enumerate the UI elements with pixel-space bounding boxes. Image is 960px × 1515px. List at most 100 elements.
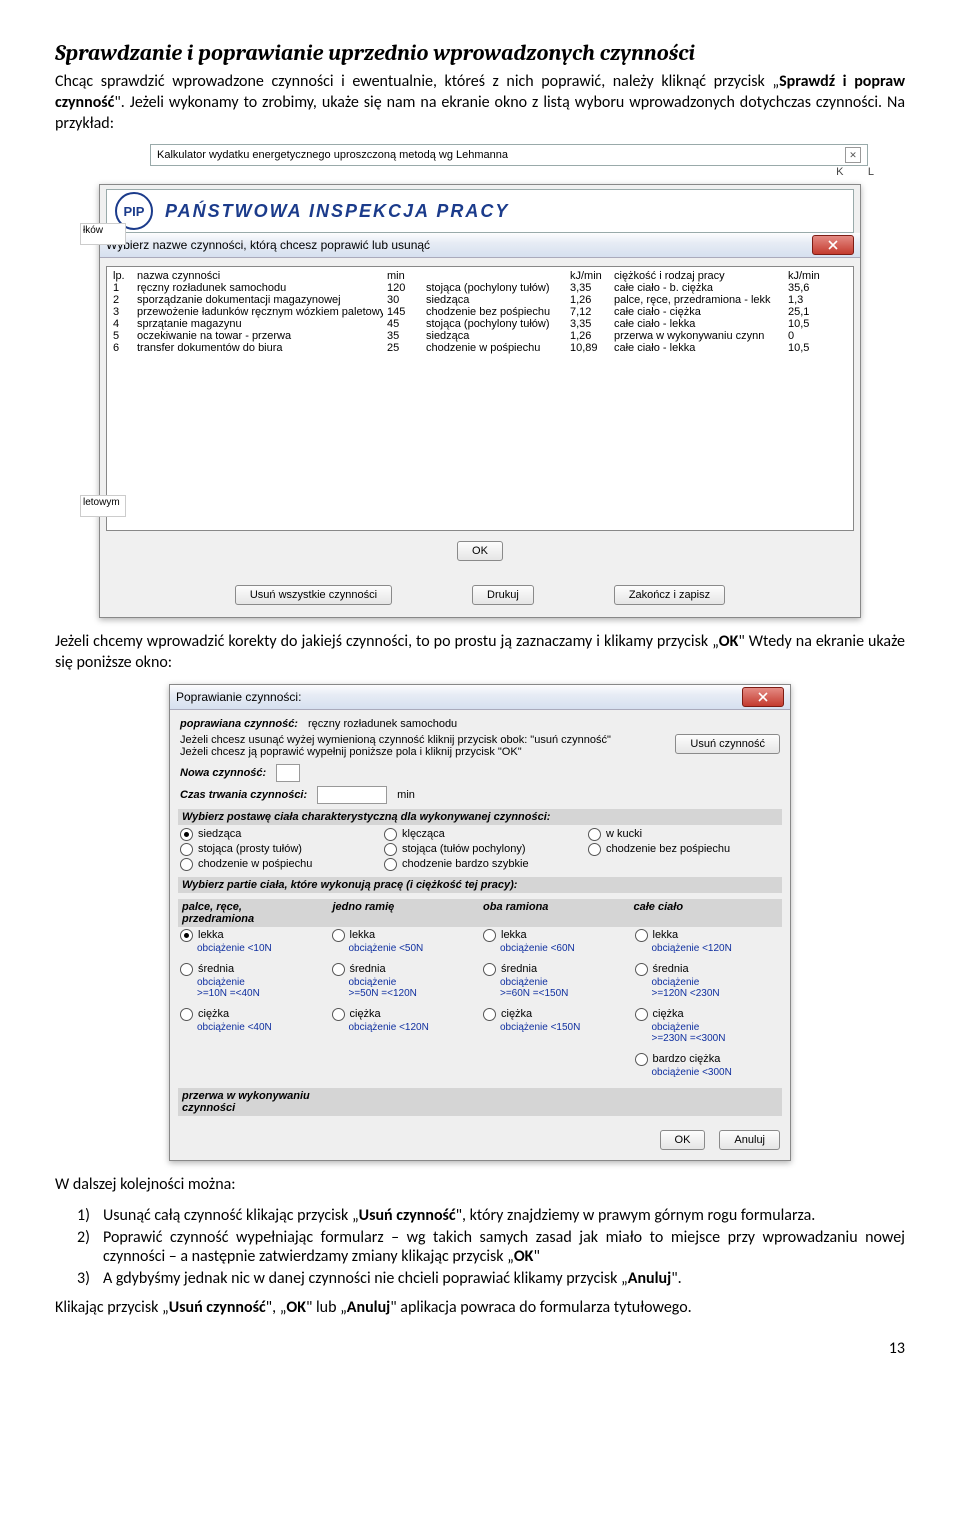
pose-radio[interactable]: stojąca (tułów pochylony) [384, 843, 576, 856]
cell: 0 [788, 330, 824, 342]
list-row[interactable]: 2sporządzanie dokumentacji magazynowej30… [107, 294, 853, 306]
radio-icon [180, 828, 193, 841]
load-radio[interactable]: ciężka [180, 1008, 326, 1021]
delete-activity-button[interactable]: Usuń czynność [675, 734, 780, 754]
ok-button[interactable]: OK [457, 541, 503, 561]
cell: sporządzanie dokumentacji magazynowej [137, 294, 383, 306]
bodypart-cell: ciężkaobciążenie <120N [332, 1008, 478, 1050]
hint-text: Jeżeli chcesz usunąć wyżej wymienioną cz… [180, 734, 667, 746]
cell: 30 [387, 294, 422, 306]
load-radio[interactable]: średnia [483, 963, 629, 976]
radio-label: stojąca (tułów pochylony) [402, 843, 526, 855]
radio-icon [635, 1053, 648, 1066]
load-radio[interactable]: ciężka [332, 1008, 478, 1021]
bodypart-cell: lekkaobciążenie <50N [332, 929, 478, 960]
column-letter: K [836, 166, 843, 178]
pose-radio[interactable]: chodzenie bez pośpiechu [588, 843, 780, 856]
load-sublabel: obciążenie <120N [652, 943, 781, 954]
list-row[interactable]: 5oczekiwanie na towar - przerwa35siedząc… [107, 330, 853, 342]
load-radio[interactable]: średnia [332, 963, 478, 976]
radio-icon [180, 1008, 193, 1021]
close-icon[interactable]: ✕ [845, 147, 861, 163]
pose-radio[interactable]: klęcząca [384, 828, 576, 841]
bodyparts-header: palce, ręce, przedramionajedno ramięoba … [178, 899, 782, 927]
pose-radio-group: siedząca klęcząca w kucki stojąca (prosty t… [180, 828, 780, 871]
list-num: 1) [77, 1206, 103, 1225]
text: " aplikacja powraca do formularza tytuło… [390, 1298, 691, 1317]
dialog-titlebar: Poprawianie czynności: [170, 685, 790, 710]
text: Klikając przycisk „ [55, 1298, 169, 1317]
print-button[interactable]: Drukuj [472, 585, 534, 605]
cell: 35,6 [788, 282, 824, 294]
close-icon[interactable] [812, 235, 854, 255]
pose-radio[interactable]: chodzenie bardzo szybkie [384, 858, 576, 871]
cell: 6 [113, 342, 133, 354]
radio-icon [384, 828, 397, 841]
radio-label: średnia [350, 963, 386, 975]
bodypart-cell: lekkaobciążenie <10N [180, 929, 326, 960]
list-num: 2) [77, 1228, 103, 1266]
ok-button[interactable]: OK [660, 1130, 706, 1150]
list-row[interactable]: 6transfer dokumentów do biura25chodzenie… [107, 342, 853, 354]
button-name: OK [514, 1247, 534, 1266]
text: ". Jeżeli wykonamy to zrobimy, ukaże się… [55, 93, 905, 133]
closing-paragraph: Klikając przycisk „Usuń czynność", „OK" … [55, 1298, 905, 1319]
radio-icon [332, 963, 345, 976]
load-radio[interactable]: lekka [483, 929, 629, 942]
load-sublabel: obciążenie <300N [652, 1067, 781, 1078]
finish-save-button[interactable]: Zakończ i zapisz [614, 585, 725, 605]
list-row[interactable]: 3przewożenie ładunków ręcznym wózkiem pa… [107, 306, 853, 318]
text: " [533, 1247, 539, 1266]
bodypart-cell: lekkaobciążenie <120N [635, 929, 781, 960]
close-icon[interactable] [742, 687, 784, 707]
select-activity-dialog: łków letowym PIP PAŃSTWOWA INSPEKCJA PRA… [99, 184, 861, 618]
column-header: całe ciało [634, 901, 779, 925]
cell: stojąca (pochylony tułów) [426, 318, 566, 330]
pip-banner: PIP PAŃSTWOWA INSPEKCJA PRACY [106, 189, 854, 233]
load-radio[interactable]: lekka [180, 929, 326, 942]
edited-activity-value: ręczny rozładunek samochodu [308, 718, 457, 730]
dialog-title: Poprawianie czynności: [176, 690, 301, 704]
cancel-button[interactable]: Anuluj [719, 1130, 780, 1150]
list-row[interactable]: 1ręczny rozładunek samochodu120stojąca (… [107, 282, 853, 294]
cell: całe ciało - b. ciężka [614, 282, 784, 294]
dialog-titlebar: Wybierz nazwe czynności, którą chcesz po… [100, 233, 860, 258]
new-activity-input[interactable] [276, 764, 300, 782]
radio-label: lekka [198, 929, 224, 941]
pose-radio[interactable]: chodzenie w pośpiechu [180, 858, 372, 871]
load-radio[interactable]: ciężka [483, 1008, 629, 1021]
text: Poprawić czynność wypełniając formularz … [103, 1228, 905, 1266]
radio-label: średnia [653, 963, 689, 975]
load-sublabel: obciążenie <50N [349, 943, 478, 954]
radio-label: w kucki [606, 828, 642, 840]
button-name: Usuń czynność [359, 1206, 456, 1225]
load-sublabel: obciążenie >=10N =<40N [197, 977, 326, 999]
load-radio[interactable]: średnia [180, 963, 326, 976]
duration-input[interactable] [317, 786, 387, 804]
activity-listbox[interactable]: lp. nazwa czynności min kJ/min ciężkość … [106, 266, 854, 531]
edited-activity-label: poprawiana czynność: [180, 718, 298, 730]
load-radio[interactable]: ciężka [635, 1008, 781, 1021]
pose-radio[interactable]: stojąca (prosty tułów) [180, 843, 372, 856]
load-radio[interactable]: średnia [635, 963, 781, 976]
load-radio[interactable]: bardzo ciężka [635, 1053, 781, 1066]
delete-all-button[interactable]: Usuń wszystkie czynności [235, 585, 392, 605]
cell: oczekiwanie na towar - przerwa [137, 330, 383, 342]
list-row[interactable]: 4sprzątanie magazynu45stojąca (pochylony… [107, 318, 853, 330]
radio-label: lekka [501, 929, 527, 941]
pose-radio[interactable]: siedząca [180, 828, 372, 841]
spreadsheet-columns: K L [70, 166, 890, 178]
pose-radio[interactable]: w kucki [588, 828, 780, 841]
radio-label: średnia [501, 963, 537, 975]
cell: 1 [113, 282, 133, 294]
page-number: 13 [55, 1339, 905, 1358]
bodypart-cell: bardzo ciężkaobciążenie <300N [635, 1053, 781, 1084]
load-radio[interactable]: lekka [635, 929, 781, 942]
load-sublabel: obciążenie <120N [349, 1022, 478, 1033]
new-activity-label: Nowa czynność: [180, 767, 266, 779]
load-radio[interactable]: lekka [332, 929, 478, 942]
load-sublabel: obciążenie <60N [500, 943, 629, 954]
break-row: przerwa w wykonywaniu czynności [178, 1088, 782, 1116]
text: Chcąc sprawdzić wprowadzone czynności i … [55, 72, 779, 91]
hint-text: Jeżeli chcesz ją poprawić wypełnij poniż… [180, 746, 667, 758]
